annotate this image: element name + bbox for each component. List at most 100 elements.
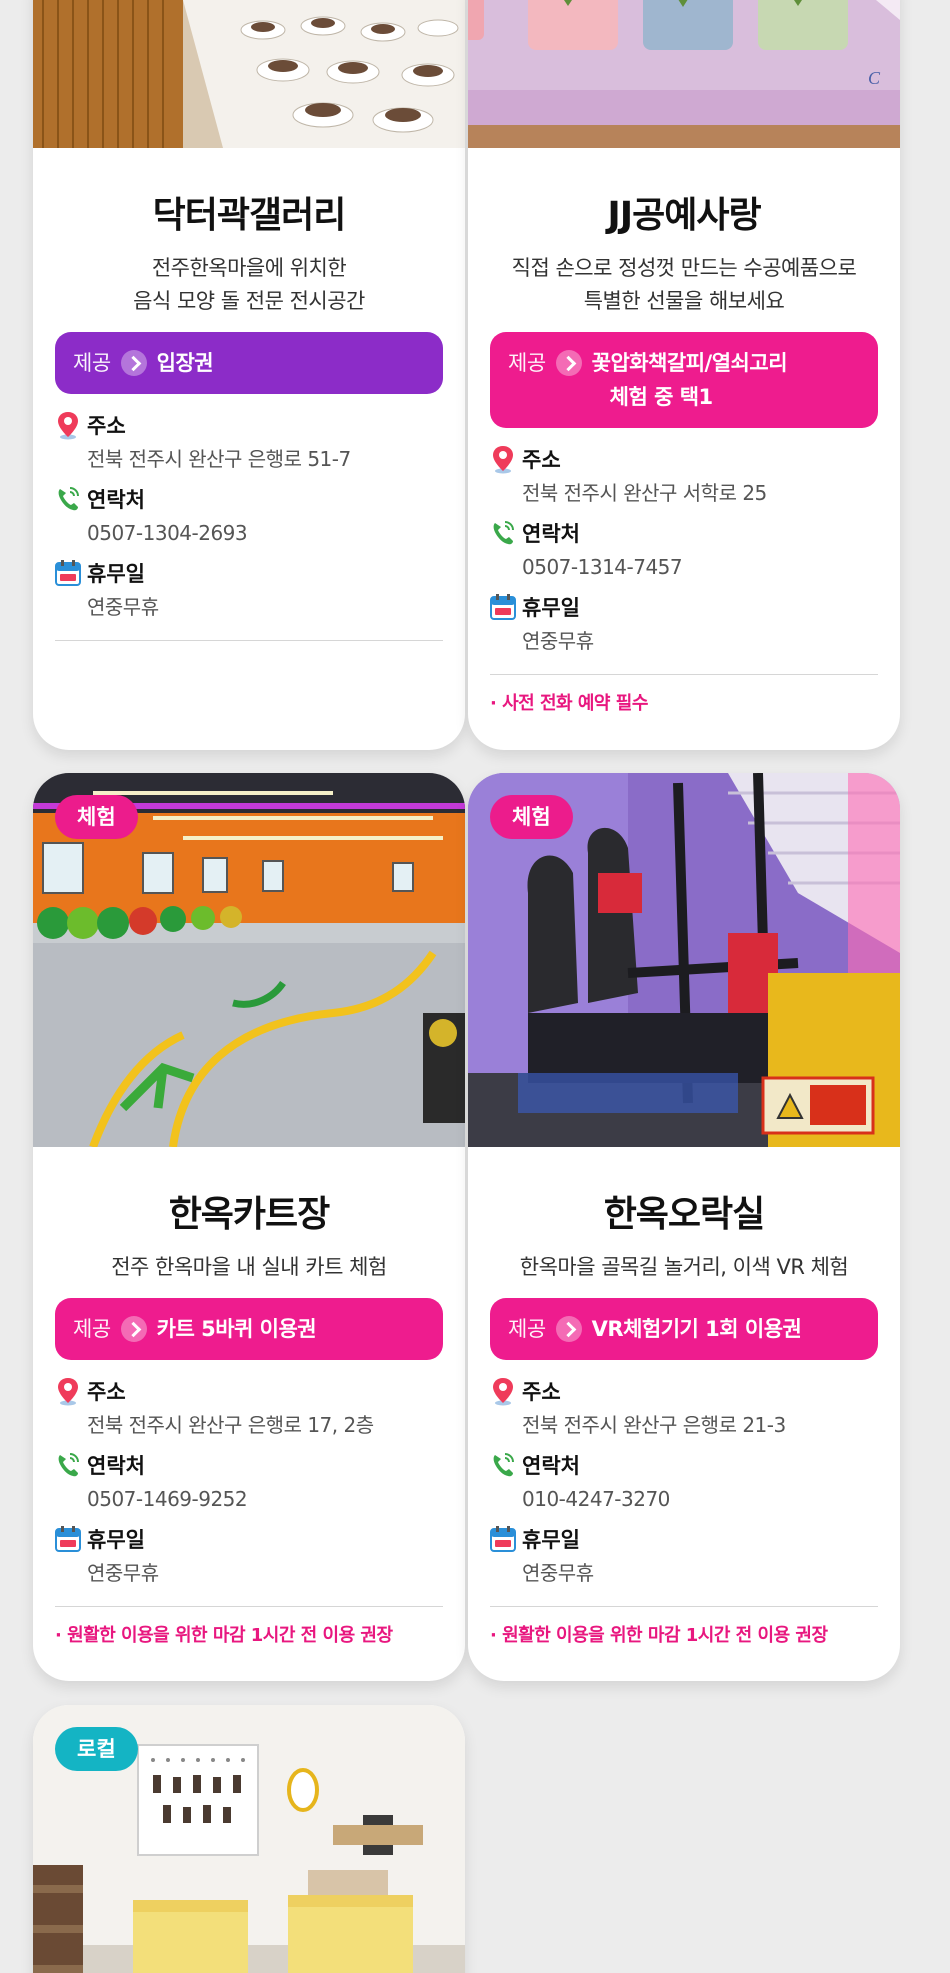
address-value: 전북 전주시 완산구 은행로 21-3 (522, 1413, 786, 1437)
contact-label: 연락처 (87, 1454, 145, 1478)
contact-label: 연락처 (87, 488, 145, 512)
place-card-doctor-gwak-gallery[interactable]: 닥터곽갤러리 전주한옥마을에 위치한 음식 모양 돌 전문 전시공간 제공 입장… (33, 0, 465, 750)
address-label: 주소 (87, 414, 126, 438)
address-row: 주소 전북 전주시 완산구 서학로 25 (490, 442, 878, 510)
divider (490, 674, 878, 675)
place-description: 전주한옥마을에 위치한 음식 모양 돌 전문 전시공간 (33, 252, 465, 318)
address-label: 주소 (87, 1380, 126, 1404)
holiday-label: 휴무일 (522, 1528, 580, 1552)
svg-text:C: C (868, 68, 881, 88)
place-title: 한옥카트장 (168, 1194, 331, 1235)
offer-value: 카트 5바퀴 이용권 (156, 1317, 317, 1341)
contact-row: 연락처 0507-1469-9252 (55, 1448, 443, 1516)
contact-label: 연락처 (522, 522, 580, 546)
notice-text: · 원활한 이용을 위한 마감 1시간 전 이용 권장 (490, 1625, 828, 1646)
offer-banner[interactable]: 제공 꽃압화책갈피/열쇠고리 체험 중 택1 (490, 332, 878, 428)
place-description: 직접 손으로 정성껏 만드는 수공예품으로 특별한 선물을 해보세요 (468, 252, 900, 318)
contact-row: 연락처 0507-1304-2693 (55, 482, 443, 550)
place-card-hanok-arcade[interactable]: 체험 한옥오락실 한옥마을 골목길 놀거리, 이색 VR 체험 제공 VR체험기… (468, 773, 900, 1681)
category-tag: 로컬 (55, 1727, 138, 1771)
place-title: 닥터곽갤러리 (152, 195, 347, 236)
offer-value: 입장권 (156, 351, 214, 375)
place-card-jj-craft[interactable]: C JJ공예사랑 직접 손으로 정성껏 만드는 수공예품으로 특별한 선물을 해… (468, 0, 900, 750)
calendar-icon (55, 558, 81, 588)
offer-label: 제공 (73, 1317, 111, 1341)
address-row: 주소 전북 전주시 완산구 은행로 17, 2층 (55, 1374, 443, 1442)
info-list: 주소 전북 전주시 완산구 은행로 51-7 연락처 0507-1304-269… (55, 408, 443, 624)
offer-banner[interactable]: 제공 카트 5바퀴 이용권 (55, 1298, 443, 1360)
description-line: 직접 손으로 정성껏 만드는 수공예품으로 (511, 256, 857, 280)
info-list: 주소 전북 전주시 완산구 은행로 17, 2층 연락처 0507-1469-9… (55, 1374, 443, 1590)
chevron-right-icon (555, 1316, 582, 1342)
offer-banner[interactable]: 제공 입장권 (55, 332, 443, 394)
offer-label: 제공 (508, 351, 546, 375)
category-tag: 체험 (490, 795, 573, 839)
address-label: 주소 (522, 1380, 561, 1404)
holiday-value: 연중무휴 (522, 629, 594, 653)
address-value: 전북 전주시 완산구 서학로 25 (522, 481, 767, 505)
description-line: 음식 모양 돌 전문 전시공간 (133, 289, 365, 313)
calendar-icon (490, 592, 516, 622)
phone-icon (55, 484, 81, 514)
offer-label: 제공 (508, 1317, 546, 1341)
address-row: 주소 전북 전주시 완산구 은행로 21-3 (490, 1374, 878, 1442)
contact-value[interactable]: 0507-1304-2693 (55, 516, 443, 550)
contact-value[interactable]: 010-4247-3270 (490, 1482, 878, 1516)
holiday-label: 휴무일 (522, 596, 580, 620)
divider (55, 1606, 443, 1607)
gallery-photo (33, 0, 465, 148)
notice-text: · 원활한 이용을 위한 마감 1시간 전 이용 권장 (55, 1625, 393, 1646)
craft-photo: C (468, 0, 900, 148)
place-card-local-shop[interactable]: 로컬 (33, 1705, 465, 1973)
place-title: 한옥오락실 (603, 1194, 766, 1235)
holiday-row: 휴무일 연중무휴 (55, 1522, 443, 1590)
offer-value: 꽃압화책갈피/열쇠고리 체험 중 택1 (592, 346, 862, 414)
calendar-icon (490, 1524, 516, 1554)
holiday-row: 휴무일 연중무휴 (55, 556, 443, 624)
category-tag: 체험 (55, 795, 138, 839)
holiday-label: 휴무일 (87, 1528, 145, 1552)
description-line: 한옥마을 골목길 놀거리, 이색 VR 체험 (519, 1255, 849, 1279)
map-pin-icon (490, 1376, 516, 1406)
info-list: 주소 전북 전주시 완산구 서학로 25 연락처 0507-1314-7457 (490, 442, 878, 658)
place-description: 한옥마을 골목길 놀거리, 이색 VR 체험 (468, 1251, 900, 1284)
holiday-value: 연중무휴 (522, 1561, 594, 1585)
address-value: 전북 전주시 완산구 은행로 17, 2층 (87, 1413, 374, 1437)
calendar-icon (55, 1524, 81, 1554)
chevron-right-icon (120, 1316, 147, 1342)
contact-row: 연락처 010-4247-3270 (490, 1448, 878, 1516)
contact-row: 연락처 0507-1314-7457 (490, 516, 878, 584)
holiday-value: 연중무휴 (87, 595, 159, 619)
divider (55, 640, 443, 641)
contact-value[interactable]: 0507-1314-7457 (490, 550, 878, 584)
address-value: 전북 전주시 완산구 은행로 51-7 (87, 447, 351, 471)
info-list: 주소 전북 전주시 완산구 은행로 21-3 연락처 010-4247-3270 (490, 1374, 878, 1590)
divider (490, 1606, 878, 1607)
phone-icon (55, 1450, 81, 1480)
holiday-row: 휴무일 연중무휴 (490, 590, 878, 658)
chevron-right-icon (555, 350, 582, 376)
contact-label: 연락처 (522, 1454, 580, 1478)
description-line: 전주한옥마을에 위치한 (151, 256, 347, 280)
map-pin-icon (55, 410, 81, 440)
offer-line: 체험 중 택1 (609, 385, 714, 409)
description-line: 특별한 선물을 해보세요 (583, 289, 785, 313)
phone-icon (490, 518, 516, 548)
address-row: 주소 전북 전주시 완산구 은행로 51-7 (55, 408, 443, 476)
offer-label: 제공 (73, 351, 111, 375)
place-card-hanok-kart[interactable]: 체험 한옥카트장 전주 한옥마을 내 실내 카트 체험 제공 카트 5바퀴 이용… (33, 773, 465, 1681)
holiday-label: 휴무일 (87, 562, 145, 586)
offer-value: VR체험기기 1회 이용권 (591, 1317, 802, 1341)
contact-value[interactable]: 0507-1469-9252 (55, 1482, 443, 1516)
address-label: 주소 (522, 448, 561, 472)
holiday-row: 휴무일 연중무휴 (490, 1522, 878, 1590)
map-pin-icon (55, 1376, 81, 1406)
holiday-value: 연중무휴 (87, 1561, 159, 1585)
notice-text: · 사전 전화 예약 필수 (490, 693, 648, 714)
place-title: JJ공예사랑 (607, 195, 761, 236)
phone-icon (490, 1450, 516, 1480)
map-pin-icon (490, 444, 516, 474)
offer-line: 꽃압화책갈피/열쇠고리 (591, 351, 788, 375)
offer-banner[interactable]: 제공 VR체험기기 1회 이용권 (490, 1298, 878, 1360)
description-line: 전주 한옥마을 내 실내 카트 체험 (111, 1255, 387, 1279)
